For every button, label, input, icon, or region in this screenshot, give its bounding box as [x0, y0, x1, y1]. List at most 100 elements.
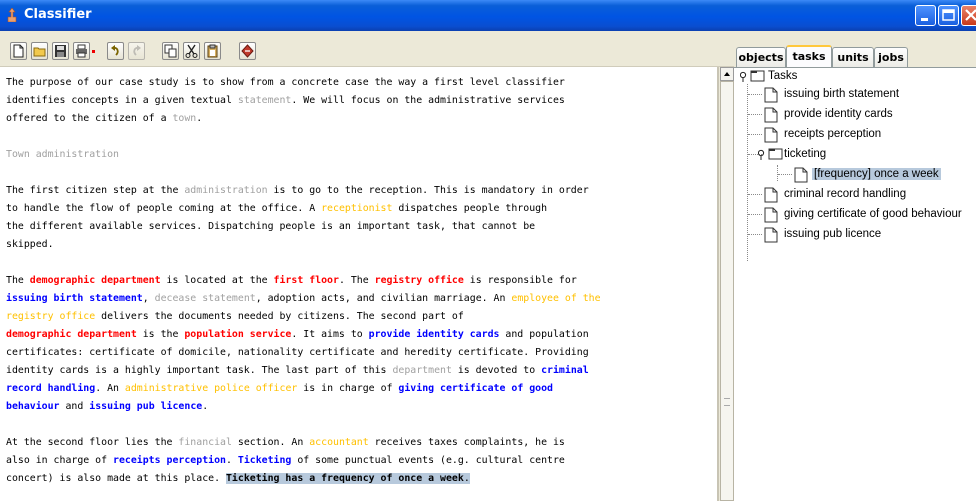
tree-node-issuing-pub-licence[interactable]: issuing pub licence [764, 226, 974, 244]
cut-button[interactable] [183, 42, 200, 60]
undo-icon [111, 45, 119, 56]
copy-button[interactable] [162, 42, 179, 60]
side-panel: objects tasks units jobs Tasks issuing b… [734, 31, 976, 501]
task-giving-certificate-cont[interactable]: behaviour [6, 401, 60, 412]
cut-icon [185, 44, 198, 58]
task-issuing-pub-licence[interactable]: issuing pub licence [89, 401, 202, 412]
task-tree[interactable]: Tasks issuing birth statement provide id… [734, 67, 976, 501]
undo-button[interactable] [107, 42, 124, 60]
print-button[interactable] [73, 42, 90, 60]
open-button[interactable] [31, 42, 48, 60]
concept-administration[interactable]: administration [184, 185, 267, 196]
concept-receptionist[interactable]: receptionist [321, 203, 392, 214]
tree-node-receipts-perception[interactable]: receipts perception [764, 126, 974, 144]
concept-decease-statement[interactable]: decease statement [155, 293, 256, 304]
tab-tasks[interactable]: tasks [786, 45, 832, 68]
text-segment: to handle the flow of people coming at t… [6, 203, 322, 214]
tree-label: giving certificate of good behaviour [784, 208, 962, 220]
text-segment: and [59, 401, 90, 412]
text-segment: also in charge of [6, 455, 114, 466]
tree-node-tasks[interactable]: Tasks [740, 68, 940, 86]
concept-demographic-department[interactable]: demographic department [30, 275, 161, 286]
document-icon [764, 87, 778, 103]
text-segment: . It aims to [291, 329, 369, 340]
tab-units[interactable]: units [832, 47, 874, 67]
new-button[interactable] [10, 42, 27, 60]
document-icon [764, 187, 778, 203]
concept-demographic-department-2[interactable]: demographic department [6, 329, 137, 340]
task-criminal-record-handling[interactable]: criminal [541, 365, 589, 376]
tree-connector [778, 174, 792, 175]
text-segment: receives taxes complaints, he is [368, 437, 565, 448]
tree-node-frequency[interactable]: [frequency] once a week [794, 166, 976, 184]
scroll-up-button[interactable] [720, 67, 734, 81]
document-editor[interactable]: The purpose of our case study is to show… [0, 67, 718, 501]
highlighted-ticketing[interactable]: Ticketing has a frequency of [226, 473, 398, 484]
text-segment: . The [338, 275, 375, 286]
collapse-toggle-icon [740, 70, 765, 82]
text-segment: The [6, 275, 30, 286]
classify-button[interactable] [239, 42, 256, 60]
task-criminal-record-handling-cont[interactable]: record handling [6, 383, 95, 394]
tree-label-tasks: Tasks [768, 70, 798, 82]
concept-employee[interactable]: employee of the [511, 293, 600, 304]
text-line: skipped. [6, 239, 54, 250]
tree-label: receipts perception [784, 128, 882, 140]
task-provide-identity-cards[interactable]: provide identity cards [369, 329, 500, 340]
text-segment: . [225, 455, 238, 466]
print-icon [76, 44, 87, 58]
minimize-button[interactable] [915, 5, 936, 26]
concept-department[interactable]: department [392, 365, 451, 376]
classify-icon [241, 44, 254, 58]
concept-police-officer[interactable]: administrative police officer [125, 383, 297, 394]
task-ticketing[interactable]: Ticketing [238, 455, 292, 466]
scroll-thumb[interactable] [720, 81, 734, 501]
tree-node-issuing-birth-statement[interactable]: issuing birth statement [764, 86, 974, 104]
text-segment: identity cards is a highly important tas… [6, 365, 393, 376]
tree-node-criminal-record-handling[interactable]: criminal record handling [764, 186, 974, 204]
tree-label: criminal record handling [784, 188, 907, 200]
tab-objects[interactable]: objects [736, 47, 786, 67]
text-segment: and population [499, 329, 589, 340]
text-segment: concert) is also made at this place. [6, 473, 226, 484]
concept-population-service[interactable]: population service [184, 329, 291, 340]
task-receipts-perception[interactable]: receipts perception [113, 455, 226, 466]
text-segment: is located at the [160, 275, 274, 286]
concept-registry-office[interactable]: registry office [375, 275, 464, 286]
text-segment: is the [136, 329, 185, 340]
concept-financial[interactable]: financial [178, 437, 232, 448]
text-segment: section. An [231, 437, 310, 448]
tree-connector [748, 134, 762, 135]
tree-connector [748, 234, 762, 235]
tree-node-ticketing[interactable]: ticketing [758, 146, 972, 164]
arrow-up-icon [724, 72, 730, 76]
text-segment: . [202, 401, 209, 412]
close-button[interactable] [961, 5, 976, 26]
app-icon [7, 8, 17, 22]
save-button[interactable] [52, 42, 69, 60]
concept-statement[interactable]: statement [238, 95, 292, 106]
document-icon [764, 227, 778, 243]
concept-first-floor[interactable]: first floor [274, 275, 339, 286]
task-issuing-birth-statement[interactable]: issuing birth statement [6, 293, 143, 304]
tab-jobs[interactable]: jobs [874, 47, 908, 67]
paste-button[interactable] [204, 42, 221, 60]
task-giving-certificate[interactable]: giving certificate of good [398, 383, 553, 394]
redo-icon [133, 45, 141, 56]
text-segment: The first citizen step at the [6, 185, 185, 196]
tree-label: [frequency] once a week [812, 168, 941, 180]
concept-town[interactable]: town [172, 113, 196, 124]
tree-connector [748, 94, 762, 95]
text-segment: is in charge of [297, 383, 399, 394]
text-segment: is devoted to [451, 365, 542, 376]
concept-accountant[interactable]: accountant [309, 437, 368, 448]
tree-node-provide-identity-cards[interactable]: provide identity cards [764, 106, 974, 124]
text-line: The purpose of our case study is to show… [6, 77, 565, 88]
highlighted-once-a-week[interactable]: once a week [398, 473, 463, 484]
tree-node-giving-certificate[interactable]: giving certificate of good behaviour [764, 206, 976, 224]
vertical-scrollbar[interactable] [718, 67, 734, 501]
concept-employee-cont[interactable]: registry office [6, 311, 95, 322]
document-icon [764, 127, 778, 143]
maximize-button[interactable] [938, 5, 959, 26]
redo-button[interactable] [128, 42, 145, 60]
